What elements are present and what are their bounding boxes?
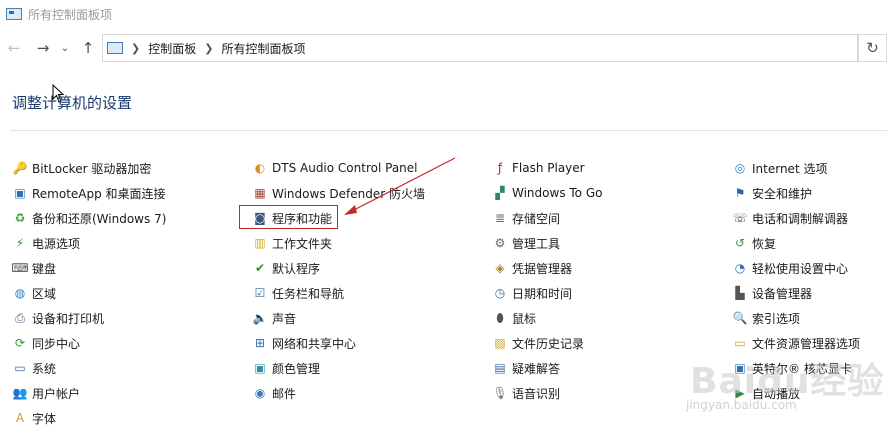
watermark-logo: Baidu经验 [690, 361, 885, 402]
watermark-url: jingyan.baidu.com [686, 398, 797, 412]
